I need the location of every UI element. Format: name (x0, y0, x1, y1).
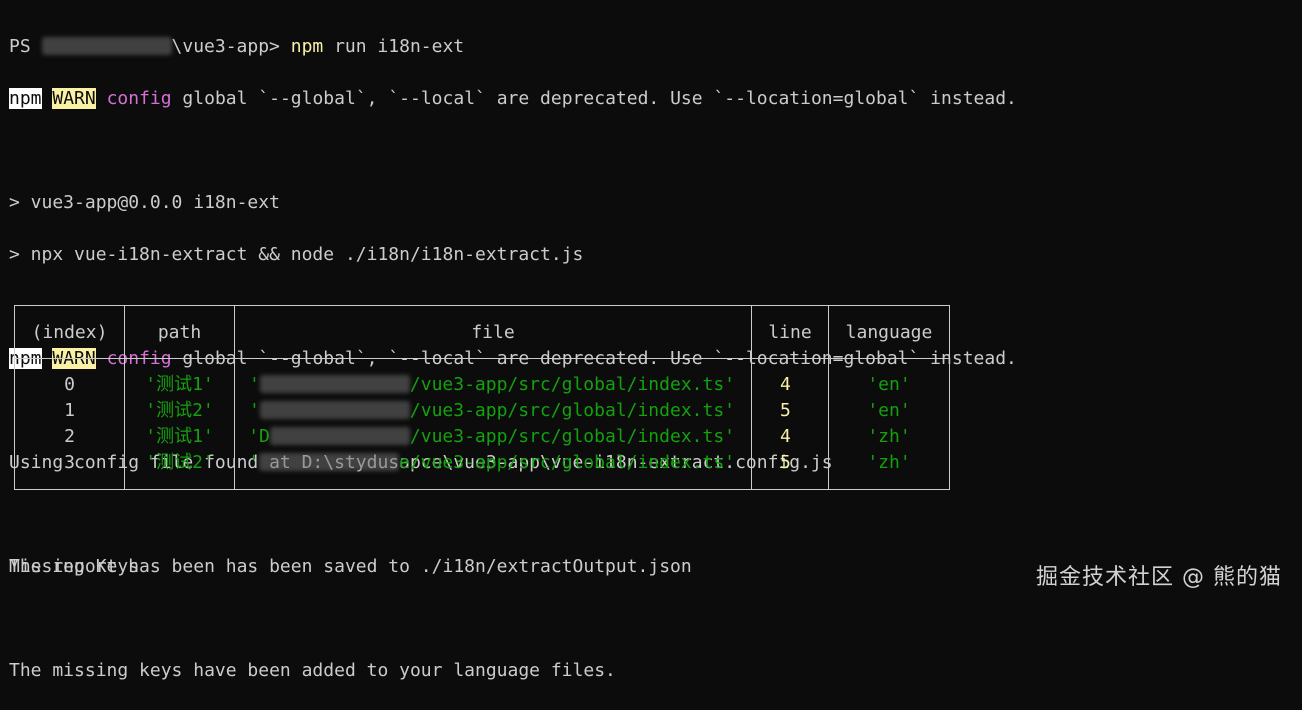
output-footer: The report has been has been saved to ./… (9, 528, 692, 710)
table-cell-path: '测试2' (125, 450, 234, 476)
language-column: 'en' 'en' 'zh' 'zh' (829, 359, 950, 490)
table-cell-language: 'zh' (829, 424, 949, 450)
file-suffix: /vue3-app/src/global/index.ts' (410, 426, 735, 447)
prompt-prefix: PS (9, 36, 42, 57)
file-suffix: e/vue3-app/src/global/index.ts' (399, 452, 735, 473)
table-cell-line: 4 (780, 424, 828, 450)
line-column: 4 5 4 5 (752, 359, 829, 490)
table-cell-index: 3 (15, 450, 124, 476)
file-suffix: /vue3-app/src/global/index.ts' (410, 374, 735, 395)
path-column: '测试1' '测试2' '测试1' '测试2' (125, 359, 235, 490)
header-path: path (125, 306, 235, 359)
table-cell-index: 1 (15, 398, 124, 424)
redacted-path (42, 37, 172, 55)
file-prefix: ' (249, 400, 260, 421)
file-prefix: ' (249, 374, 260, 395)
warn-message: global `--global`, `--local` are depreca… (172, 88, 1017, 109)
script-line-1: > vue3-app@0.0.0 i18n-ext (9, 190, 1302, 216)
keys-added-line: The missing keys have been added to your… (9, 658, 692, 684)
table-cell-file: ' /vue3-app/src/global/index.ts' (235, 398, 735, 424)
header-index: (index) (15, 306, 125, 359)
table-header-row: (index) path file line language (15, 306, 950, 359)
file-suffix: /vue3-app/src/global/index.ts' (410, 400, 735, 421)
header-language: language (829, 306, 950, 359)
table-cell-file: ' e/vue3-app/src/global/index.ts' (235, 450, 735, 476)
table-cell-line: 5 (780, 450, 828, 476)
blank-line (9, 606, 692, 632)
table-body-row: 0 1 2 3 '测试1' '测试2' '测试1' '测试2' ' /vue3-a… (15, 359, 950, 490)
warn-label: WARN (52, 88, 95, 109)
table-cell-path: '测试1' (125, 372, 234, 398)
index-column: 0 1 2 3 (15, 359, 125, 490)
redacted-path (259, 453, 399, 471)
command-npm: npm (291, 36, 324, 57)
redacted-path (270, 427, 410, 445)
file-prefix: ' (248, 452, 259, 473)
report-saved-line: The report has been has been saved to ./… (9, 554, 692, 580)
watermark: 掘金技术社区 @ 熊的猫 (1036, 559, 1282, 591)
table-cell-language: 'zh' (829, 450, 949, 476)
header-file: file (235, 306, 752, 359)
table-cell-language: 'en' (829, 398, 949, 424)
header-line: line (752, 306, 829, 359)
npm-label: npm (9, 88, 42, 109)
file-column: ' /vue3-app/src/global/index.ts' ' /vue3-a… (235, 359, 752, 490)
script-line-2: > npx vue-i18n-extract && node ./i18n/i1… (9, 242, 1302, 268)
table-cell-index: 0 (15, 372, 124, 398)
redacted-path (260, 375, 410, 393)
table-cell-file: ' /vue3-app/src/global/index.ts' (235, 372, 735, 398)
blank-line (9, 138, 1302, 164)
redacted-path (260, 401, 410, 419)
table-cell-path: '测试2' (125, 398, 234, 424)
table-cell-line: 4 (780, 372, 828, 398)
warn-line-1: npm WARN config global `--global`, `--lo… (9, 86, 1302, 112)
table-cell-path: '测试1' (125, 424, 234, 450)
blank-line (9, 502, 1302, 528)
table-cell-file: 'D/vue3-app/src/global/index.ts' (235, 424, 735, 450)
config-label: config (107, 88, 172, 109)
prompt-line: PS \vue3-app> npm run i18n-ext (9, 34, 1302, 60)
file-prefix: 'D (248, 426, 270, 447)
command-args: run i18n-ext (323, 36, 464, 57)
table-cell-index: 2 (15, 424, 124, 450)
table-cell-line: 5 (780, 398, 828, 424)
missing-keys-table: (index) path file line language 0 1 2 3 … (14, 305, 950, 490)
prompt-path: \vue3-app> (172, 36, 291, 57)
table-cell-language: 'en' (829, 372, 949, 398)
